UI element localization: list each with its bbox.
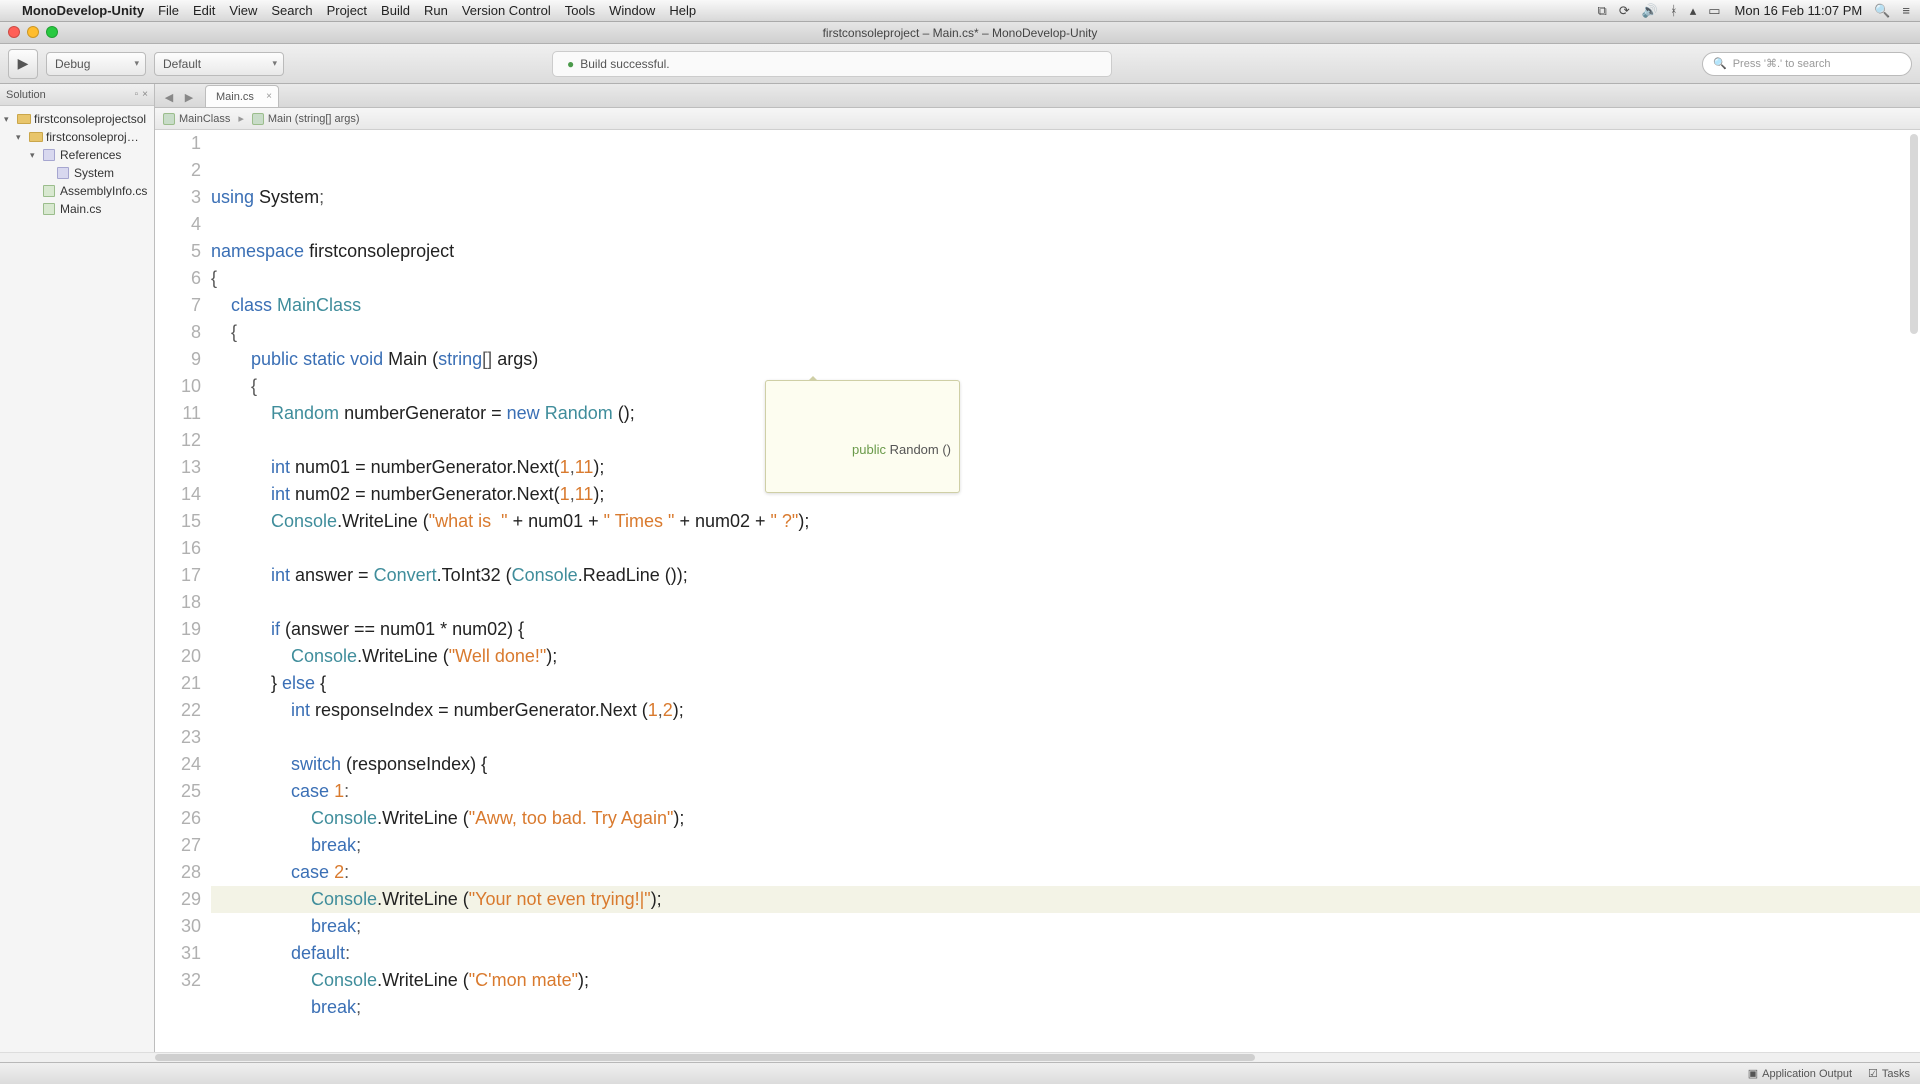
zoom-window-button[interactable]	[46, 26, 58, 38]
menu-build[interactable]: Build	[381, 3, 410, 18]
nav-forward-button[interactable]: ▶	[179, 87, 199, 107]
battery-icon[interactable]: ▭	[1708, 3, 1720, 19]
statusbar: ▣ Application Output ☑ Tasks	[0, 1062, 1920, 1084]
solution-tree: ▾ firstconsoleprojectsol ▾ firstconsolep…	[0, 106, 154, 222]
class-icon	[163, 113, 175, 125]
editor-vertical-scrollbar[interactable]	[1910, 134, 1918, 779]
tree-assemblyinfo[interactable]: AssemblyInfo.cs	[0, 182, 154, 200]
tab-close-icon[interactable]: ×	[266, 91, 272, 102]
wifi-icon[interactable]: ⧉	[1598, 3, 1607, 19]
solution-pad: Solution ▫ × ▾ firstconsoleprojectsol ▾ …	[0, 84, 155, 1052]
solution-pad-title: Solution	[6, 89, 46, 101]
solution-pad-header: Solution ▫ ×	[0, 84, 154, 106]
search-icon: 🔍	[1713, 57, 1727, 70]
menu-file[interactable]: File	[158, 3, 179, 18]
target-selector[interactable]: Default	[154, 52, 284, 76]
method-icon	[252, 113, 264, 125]
menu-view[interactable]: View	[229, 3, 257, 18]
menu-window[interactable]: Window	[609, 3, 655, 18]
global-search-input[interactable]: 🔍 Press '⌘.' to search	[1702, 52, 1912, 76]
mac-menubar: MonoDevelop-Unity File Edit View Search Proj…	[0, 0, 1920, 22]
sync-icon[interactable]: ⟳	[1619, 3, 1630, 19]
menu-search[interactable]: Search	[271, 3, 312, 18]
menubar-clock[interactable]: Mon 16 Feb 11:07 PM	[1735, 3, 1863, 18]
run-button[interactable]: ▶	[8, 49, 38, 79]
tree-project[interactable]: ▾ firstconsoleproj…	[0, 128, 154, 146]
tree-solution-root[interactable]: ▾ firstconsoleprojectsol	[0, 110, 154, 128]
editor-tabstrip: ◀ ▶ Main.cs ×	[155, 84, 1920, 108]
tasks-pad-button[interactable]: ☑ Tasks	[1868, 1067, 1910, 1080]
csharp-file-icon	[43, 203, 55, 215]
signal-icon[interactable]: ▴	[1690, 3, 1697, 19]
project-icon	[29, 132, 43, 142]
build-status-display: ● Build successful.	[552, 51, 1112, 77]
bluetooth-icon[interactable]: ᚼ	[1670, 3, 1678, 18]
check-icon: ●	[567, 57, 574, 71]
csharp-file-icon	[43, 185, 55, 197]
tasks-icon: ☑	[1868, 1067, 1878, 1080]
window-title: firstconsoleproject – Main.cs* – MonoDev…	[823, 26, 1098, 40]
pad-dock-icon[interactable]: ▫	[135, 89, 139, 100]
app-name[interactable]: MonoDevelop-Unity	[22, 3, 144, 18]
spotlight-icon[interactable]: 🔍	[1874, 3, 1890, 19]
tree-main-cs[interactable]: Main.cs	[0, 200, 154, 218]
solution-icon	[17, 114, 31, 124]
tree-ref-system[interactable]: System	[0, 164, 154, 182]
menu-help[interactable]: Help	[669, 3, 696, 18]
nav-back-button[interactable]: ◀	[159, 87, 179, 107]
menu-project[interactable]: Project	[327, 3, 367, 18]
horizontal-scrollbar[interactable]	[0, 1052, 1920, 1062]
close-window-button[interactable]	[8, 26, 20, 38]
signature-tooltip: public Random ()	[765, 380, 960, 493]
volume-icon[interactable]: 🔊	[1642, 3, 1658, 19]
menu-tools[interactable]: Tools	[565, 3, 595, 18]
notifications-icon[interactable]: ≡	[1902, 3, 1910, 18]
line-number-gutter: 1234567891011121314151617181920212223242…	[155, 130, 211, 1052]
chevron-right-icon: ▸	[238, 112, 244, 125]
editor-breadcrumb: MainClass ▸ Main (string[] args)	[155, 108, 1920, 130]
window-titlebar: firstconsoleproject – Main.cs* – MonoDev…	[0, 22, 1920, 44]
tab-main-cs[interactable]: Main.cs ×	[205, 85, 279, 107]
build-status-text: Build successful.	[580, 57, 669, 71]
breadcrumb-class[interactable]: MainClass	[179, 113, 230, 125]
application-output-pad-button[interactable]: ▣ Application Output	[1748, 1067, 1852, 1080]
menu-version-control[interactable]: Version Control	[462, 3, 551, 18]
code-content[interactable]: using System; namespace firstconsoleproj…	[211, 130, 1920, 1052]
menu-run[interactable]: Run	[424, 3, 448, 18]
minimize-window-button[interactable]	[27, 26, 39, 38]
menu-edit[interactable]: Edit	[193, 3, 215, 18]
workspace: Solution ▫ × ▾ firstconsoleprojectsol ▾ …	[0, 84, 1920, 1052]
breadcrumb-method[interactable]: Main (string[] args)	[268, 113, 360, 125]
editor-area: ◀ ▶ Main.cs × MainClass ▸ Main (string[]…	[155, 84, 1920, 1052]
search-placeholder: Press '⌘.' to search	[1733, 57, 1831, 70]
pad-close-icon[interactable]: ×	[142, 89, 148, 100]
configuration-selector[interactable]: Debug	[46, 52, 146, 76]
code-editor[interactable]: 1234567891011121314151617181920212223242…	[155, 130, 1920, 1052]
toolbar: ▶ Debug Default ● Build successful. 🔍 Pr…	[0, 44, 1920, 84]
tree-references[interactable]: ▾ References	[0, 146, 154, 164]
references-icon	[43, 149, 55, 161]
assembly-icon	[57, 167, 69, 179]
window-controls	[8, 26, 58, 38]
terminal-icon: ▣	[1748, 1067, 1758, 1080]
